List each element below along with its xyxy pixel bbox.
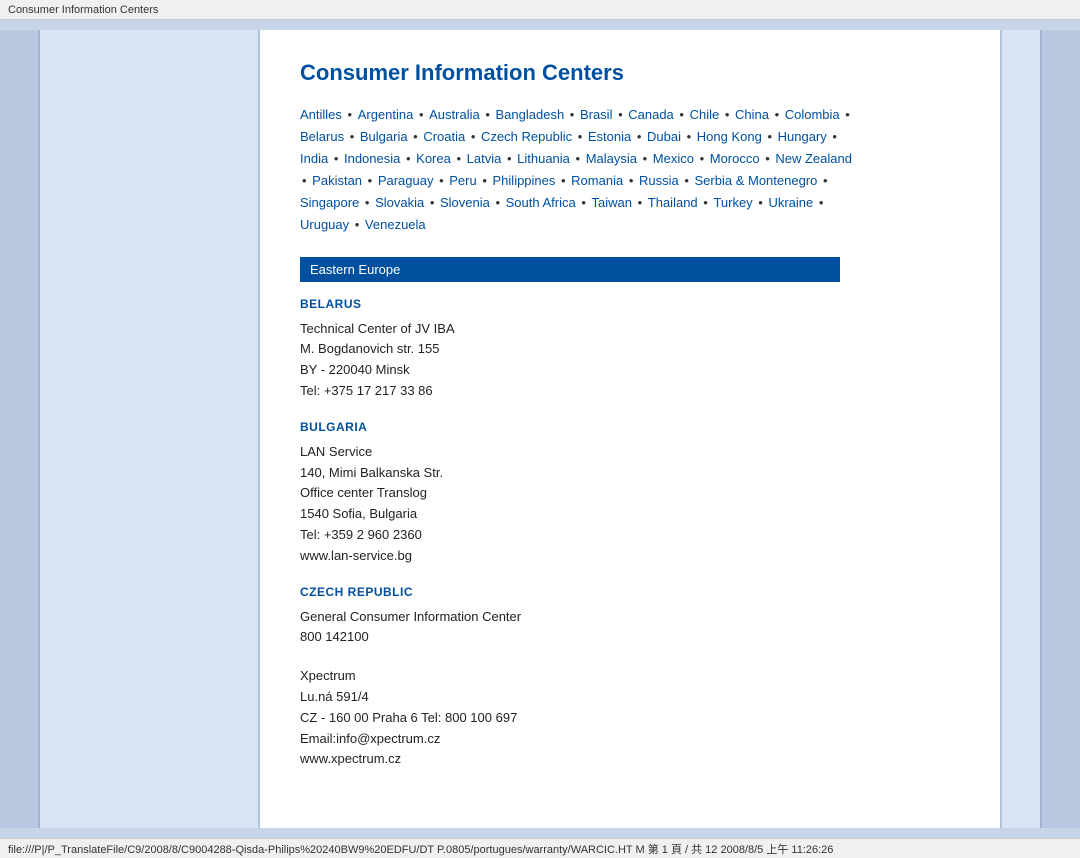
country-czech-republic-label: CZECH REPUBLIC: [300, 585, 960, 599]
country-bulgaria-label: BULGARIA: [300, 420, 960, 434]
link-paraguay[interactable]: Paraguay: [378, 173, 434, 188]
content-area: Consumer Information Centers Antilles • …: [260, 30, 1000, 828]
country-czech-info1: General Consumer Information Center 800 …: [300, 607, 960, 649]
title-bar-text: Consumer Information Centers: [8, 4, 158, 16]
link-thailand[interactable]: Thailand: [648, 195, 698, 210]
link-bulgaria[interactable]: Bulgaria: [360, 129, 408, 144]
link-korea[interactable]: Korea: [416, 151, 451, 166]
link-dubai[interactable]: Dubai: [647, 129, 681, 144]
link-pakistan[interactable]: Pakistan: [312, 173, 362, 188]
main-layout: Consumer Information Centers Antilles • …: [0, 20, 1080, 838]
link-hungary[interactable]: Hungary: [778, 129, 827, 144]
link-philippines[interactable]: Philippines: [493, 173, 556, 188]
link-estonia[interactable]: Estonia: [588, 129, 631, 144]
link-mexico[interactable]: Mexico: [653, 151, 694, 166]
link-new-zealand[interactable]: New Zealand: [775, 151, 852, 166]
link-croatia[interactable]: Croatia: [423, 129, 465, 144]
sidebar-left: [0, 30, 40, 828]
title-bar: Consumer Information Centers: [0, 0, 1080, 20]
link-venezuela[interactable]: Venezuela: [365, 217, 426, 232]
country-belarus-label: BELARUS: [300, 297, 960, 311]
link-slovenia[interactable]: Slovenia: [440, 195, 490, 210]
link-brasil[interactable]: Brasil: [580, 107, 613, 122]
link-latvia[interactable]: Latvia: [467, 151, 502, 166]
sidebar-right-inner: [1000, 30, 1040, 828]
link-south-africa[interactable]: South Africa: [506, 195, 576, 210]
link-romania[interactable]: Romania: [571, 173, 623, 188]
link-argentina[interactable]: Argentina: [358, 107, 414, 122]
country-bulgaria-info: LAN Service 140, Mimi Balkanska Str. Off…: [300, 442, 960, 567]
link-lithuania[interactable]: Lithuania: [517, 151, 570, 166]
page-title: Consumer Information Centers: [300, 60, 960, 86]
link-china[interactable]: China: [735, 107, 769, 122]
status-bar-text: file:///P|/P_TranslateFile/C9/2008/8/C90…: [8, 841, 833, 857]
link-bangladesh[interactable]: Bangladesh: [496, 107, 565, 122]
link-peru[interactable]: Peru: [449, 173, 476, 188]
link-hong-kong[interactable]: Hong Kong: [697, 129, 762, 144]
link-czech-republic[interactable]: Czech Republic: [481, 129, 572, 144]
link-uruguay[interactable]: Uruguay: [300, 217, 349, 232]
link-russia[interactable]: Russia: [639, 173, 679, 188]
link-belarus[interactable]: Belarus: [300, 129, 344, 144]
country-czech-info2: Xpectrum Lu.ná 591/4 CZ - 160 00 Praha 6…: [300, 666, 960, 770]
link-india[interactable]: India: [300, 151, 328, 166]
link-ukraine[interactable]: Ukraine: [768, 195, 813, 210]
link-singapore[interactable]: Singapore: [300, 195, 359, 210]
link-canada[interactable]: Canada: [628, 107, 674, 122]
link-taiwan[interactable]: Taiwan: [592, 195, 632, 210]
country-belarus-info: Technical Center of JV IBA M. Bogdanovic…: [300, 319, 960, 402]
link-morocco[interactable]: Morocco: [710, 151, 760, 166]
link-chile[interactable]: Chile: [690, 107, 720, 122]
link-slovakia[interactable]: Slovakia: [375, 195, 424, 210]
links-section: Antilles • Argentina • Australia • Bangl…: [300, 104, 960, 237]
status-bar: file:///P|/P_TranslateFile/C9/2008/8/C90…: [0, 838, 1080, 858]
link-serbia[interactable]: Serbia & Montenegro: [695, 173, 818, 188]
sidebar-left-inner: [40, 30, 260, 828]
link-antilles[interactable]: Antilles: [300, 107, 342, 122]
link-turkey[interactable]: Turkey: [713, 195, 752, 210]
link-australia[interactable]: Australia: [429, 107, 480, 122]
link-colombia[interactable]: Colombia: [785, 107, 840, 122]
sidebar-right: [1040, 30, 1080, 828]
section-header-eastern-europe: Eastern Europe: [300, 257, 840, 282]
link-indonesia[interactable]: Indonesia: [344, 151, 400, 166]
link-malaysia[interactable]: Malaysia: [586, 151, 637, 166]
